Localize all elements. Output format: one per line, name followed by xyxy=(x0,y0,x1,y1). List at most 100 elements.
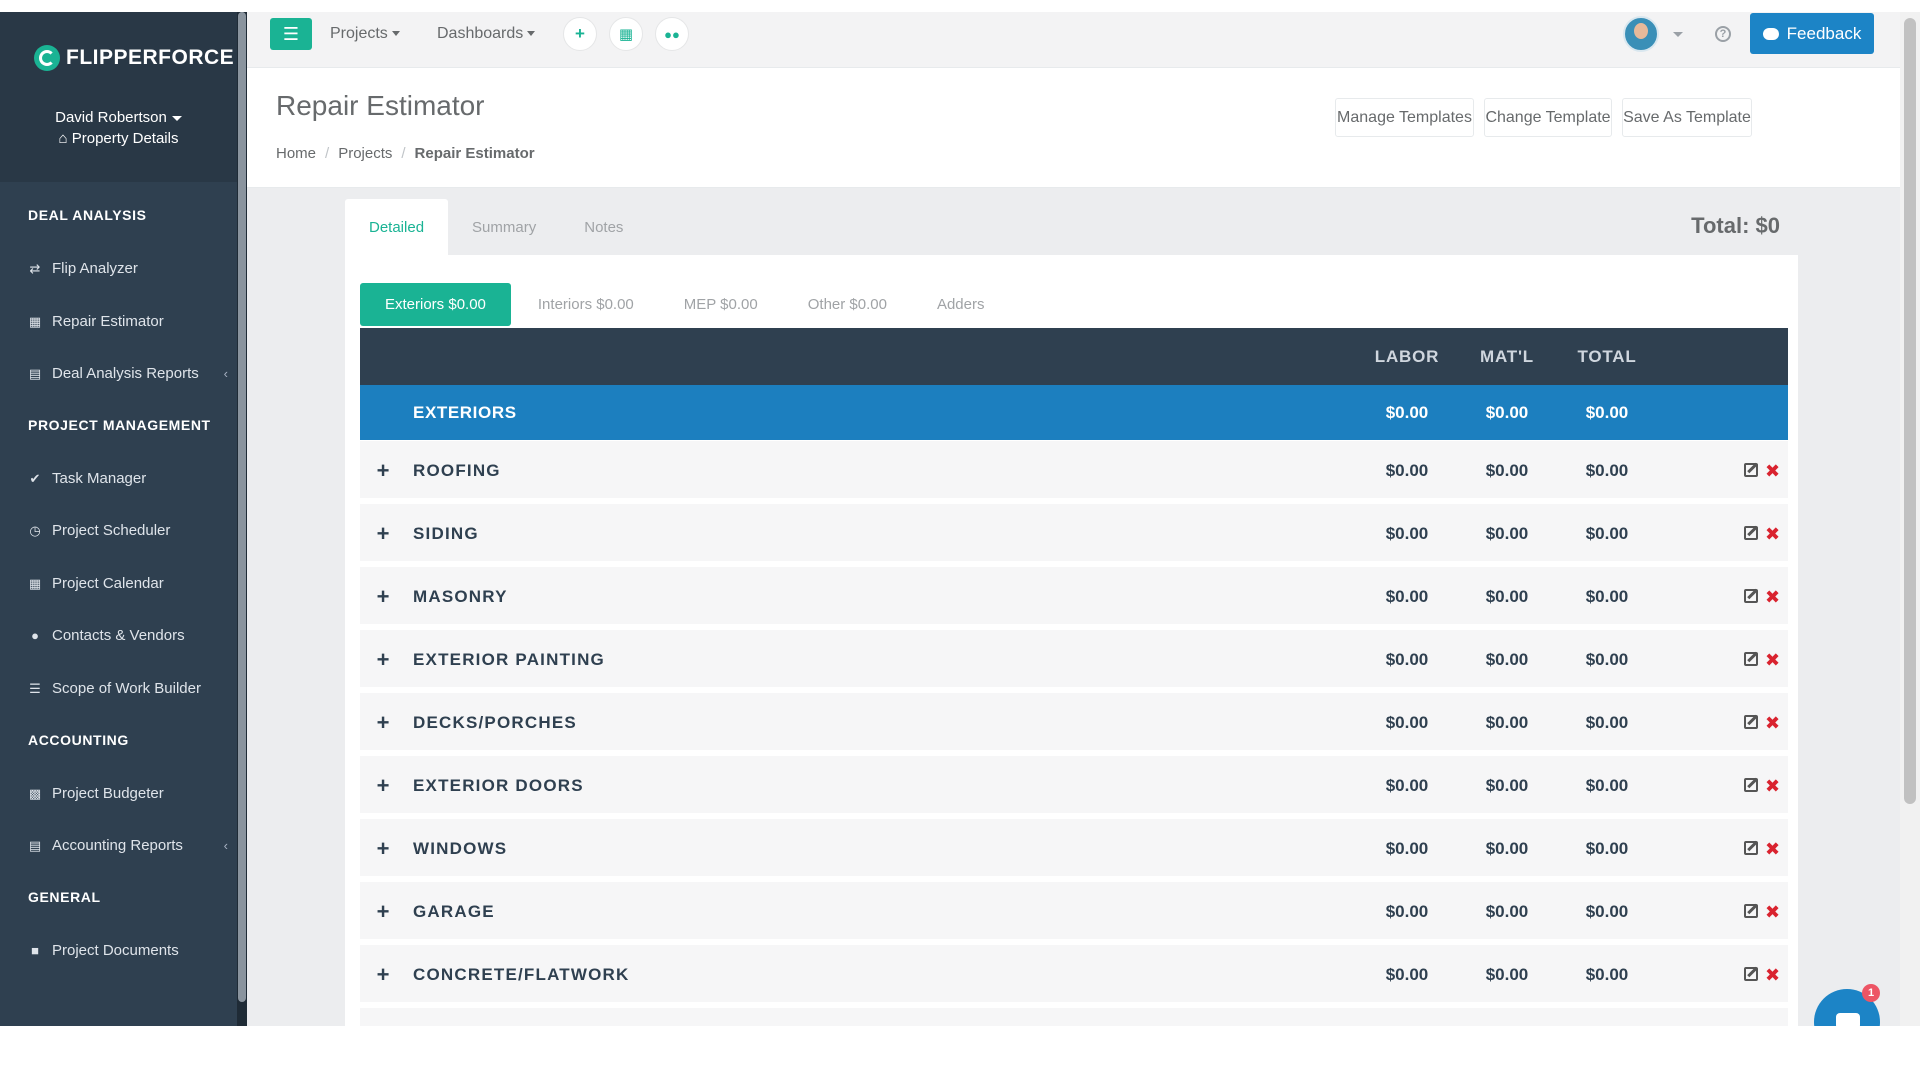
row-label: CONCRETE/FLATWORK xyxy=(413,965,630,984)
edit-icon[interactable] xyxy=(1744,778,1758,792)
expand-plus-icon[interactable]: + xyxy=(375,819,391,879)
sidebar-item-scope-of-work-builder[interactable]: ☰ Scope of Work Builder xyxy=(28,680,228,697)
edit-icon[interactable] xyxy=(1744,967,1758,981)
expand-plus-icon[interactable]: + xyxy=(375,630,391,690)
sidebar-item-repair-estimator[interactable]: ▦ Repair Estimator xyxy=(28,313,228,330)
expand-plus-icon[interactable]: + xyxy=(375,693,391,753)
table-row[interactable]: + WINDOWS $0.00 $0.00 $0.00 ✖ xyxy=(360,819,1788,879)
logo-text: FLIPPERFORCE xyxy=(66,46,235,69)
table-row[interactable]: + GARAGE $0.00 $0.00 $0.00 ✖ xyxy=(360,882,1788,942)
expand-plus-icon[interactable]: + xyxy=(375,945,391,1005)
calendar-button[interactable]: ▦ xyxy=(609,17,643,51)
row-label: MASONRY xyxy=(413,587,508,606)
change-template-button[interactable]: Change Template xyxy=(1484,98,1612,137)
table-row[interactable]: + MASONRY $0.00 $0.00 $0.00 ✖ xyxy=(360,567,1788,627)
expand-plus-icon[interactable]: + xyxy=(375,504,391,564)
tab-other[interactable]: Other $0.00 xyxy=(783,283,912,326)
row-label: EXTERIOR PAINTING xyxy=(413,650,605,669)
save-as-template-button[interactable]: Save As Template xyxy=(1622,98,1752,137)
team-button[interactable]: ●● xyxy=(655,17,689,51)
delete-icon[interactable]: ✖ xyxy=(1765,1008,1780,1026)
delete-icon[interactable]: ✖ xyxy=(1765,441,1780,501)
delete-icon[interactable]: ✖ xyxy=(1765,945,1780,1005)
table-row[interactable]: + EXTERIOR DOORS $0.00 $0.00 $0.00 ✖ xyxy=(360,756,1788,816)
file-icon: ▤ xyxy=(28,365,42,381)
delete-icon[interactable]: ✖ xyxy=(1765,567,1780,627)
tab-exteriors[interactable]: Exteriors $0.00 xyxy=(360,283,511,326)
hamburger-icon: ☰ xyxy=(282,23,300,44)
category-rows: + ROOFING $0.00 $0.00 $0.00 ✖ + SIDING $0.00 $0.0… xyxy=(360,441,1788,1026)
table-row[interactable]: + SIDING $0.00 $0.00 $0.00 ✖ xyxy=(360,504,1788,564)
chevron-down-icon xyxy=(171,115,182,121)
breadcrumb-home[interactable]: Home xyxy=(276,145,316,162)
avatar[interactable] xyxy=(1623,16,1659,52)
sidebar-item-task-manager[interactable]: ✔ Task Manager xyxy=(28,470,228,487)
edit-icon[interactable] xyxy=(1744,841,1758,855)
add-button[interactable]: + xyxy=(563,17,597,51)
row-total: $0.00 xyxy=(1585,965,1629,984)
sidebar-item-contacts-vendors[interactable]: ● Contacts & Vendors xyxy=(28,627,228,644)
sidebar-item-project-documents[interactable]: ■ Project Documents xyxy=(28,942,228,959)
menu-toggle-button[interactable]: ☰ xyxy=(270,18,312,50)
delete-icon[interactable]: ✖ xyxy=(1765,756,1780,816)
tab-mep[interactable]: MEP $0.00 xyxy=(659,283,783,326)
row-labor: $0.00 xyxy=(1385,713,1429,732)
user-menu[interactable]: David Robertson xyxy=(0,109,237,126)
edit-icon[interactable] xyxy=(1744,526,1758,540)
row-matl: $0.00 xyxy=(1485,713,1529,732)
table-row[interactable]: + CONCRETE/FLATWORK $0.00 $0.00 $0.00 ✖ xyxy=(360,945,1788,1005)
sidebar-item-deal-analysis-reports[interactable]: ▤ Deal Analysis Reports ‹ xyxy=(28,365,228,382)
row-total: $0.00 xyxy=(1585,713,1629,732)
sidebar-item-accounting-reports[interactable]: ▤ Accounting Reports ‹ xyxy=(28,837,228,854)
feedback-button[interactable]: Feedback xyxy=(1750,13,1874,54)
edit-icon[interactable] xyxy=(1744,652,1758,666)
edit-icon[interactable] xyxy=(1744,589,1758,603)
row-matl: $0.00 xyxy=(1457,1008,1557,1026)
delete-icon[interactable]: ✖ xyxy=(1765,693,1780,753)
projects-dropdown[interactable]: Projects xyxy=(330,25,400,43)
expand-plus-icon[interactable]: + xyxy=(375,441,391,501)
page-scrollbar-thumb[interactable] xyxy=(1904,18,1916,804)
expand-plus-icon[interactable]: + xyxy=(375,567,391,627)
dashboards-dropdown[interactable]: Dashboards xyxy=(437,25,536,43)
expand-plus-icon[interactable]: + xyxy=(375,756,391,816)
table-row[interactable]: + ROOFING $0.00 $0.00 $0.00 ✖ xyxy=(360,441,1788,501)
table-row[interactable]: +ASPHALT$0.00$0.00$0.00✖ xyxy=(360,1008,1788,1026)
sidebar-item-project-calendar[interactable]: ▦ Project Calendar xyxy=(28,575,228,592)
table-row[interactable]: + EXTERIOR PAINTING $0.00 $0.00 $0.00 ✖ xyxy=(360,630,1788,690)
column-header-total: TOTAL xyxy=(1577,347,1637,366)
edit-icon[interactable] xyxy=(1744,904,1758,918)
sidebar-scrollbar-thumb[interactable] xyxy=(238,12,246,1002)
manage-templates-button[interactable]: Manage Templates xyxy=(1335,98,1474,137)
sidebar-item-project-budgeter[interactable]: ▩ Project Budgeter xyxy=(28,785,228,802)
logo[interactable]: FLIPPERFORCE xyxy=(34,43,234,73)
user-name: David Robertson xyxy=(55,109,167,126)
edit-icon[interactable] xyxy=(1744,715,1758,729)
expand-plus-icon[interactable]: + xyxy=(375,882,391,942)
delete-icon[interactable]: ✖ xyxy=(1765,882,1780,942)
row-matl: $0.00 xyxy=(1485,461,1529,480)
tab-interiors[interactable]: Interiors $0.00 xyxy=(513,283,659,326)
delete-icon[interactable]: ✖ xyxy=(1765,630,1780,690)
row-matl: $0.00 xyxy=(1485,524,1529,543)
delete-icon[interactable]: ✖ xyxy=(1765,819,1780,879)
table-row[interactable]: + DECKS/PORCHES $0.00 $0.00 $0.00 ✖ xyxy=(360,693,1788,753)
tab-detailed[interactable]: Detailed xyxy=(345,199,449,255)
projects-label: Projects xyxy=(330,25,388,42)
help-icon[interactable]: ? xyxy=(1715,26,1731,42)
edit-icon[interactable] xyxy=(1744,463,1758,477)
delete-icon[interactable]: ✖ xyxy=(1765,504,1780,564)
row-label: ROOFING xyxy=(413,461,501,480)
sidebar-item-project-scheduler[interactable]: ◷ Project Scheduler xyxy=(28,522,228,539)
expand-plus-icon[interactable]: + xyxy=(375,1008,391,1026)
property-details-link[interactable]: ⌂ Property Details xyxy=(0,130,237,147)
dashboards-label: Dashboards xyxy=(437,25,524,42)
tab-summary[interactable]: Summary xyxy=(448,199,560,255)
sidebar-item-flip-analyzer[interactable]: ⇄ Flip Analyzer xyxy=(28,260,228,277)
breadcrumb-projects[interactable]: Projects xyxy=(338,145,392,162)
row-labor: $0.00 xyxy=(1385,902,1429,921)
tab-notes[interactable]: Notes xyxy=(560,199,647,255)
tab-adders[interactable]: Adders xyxy=(912,283,1010,326)
sidebar-item-label: Task Manager xyxy=(52,470,147,487)
chevron-down-icon[interactable] xyxy=(1673,32,1683,37)
